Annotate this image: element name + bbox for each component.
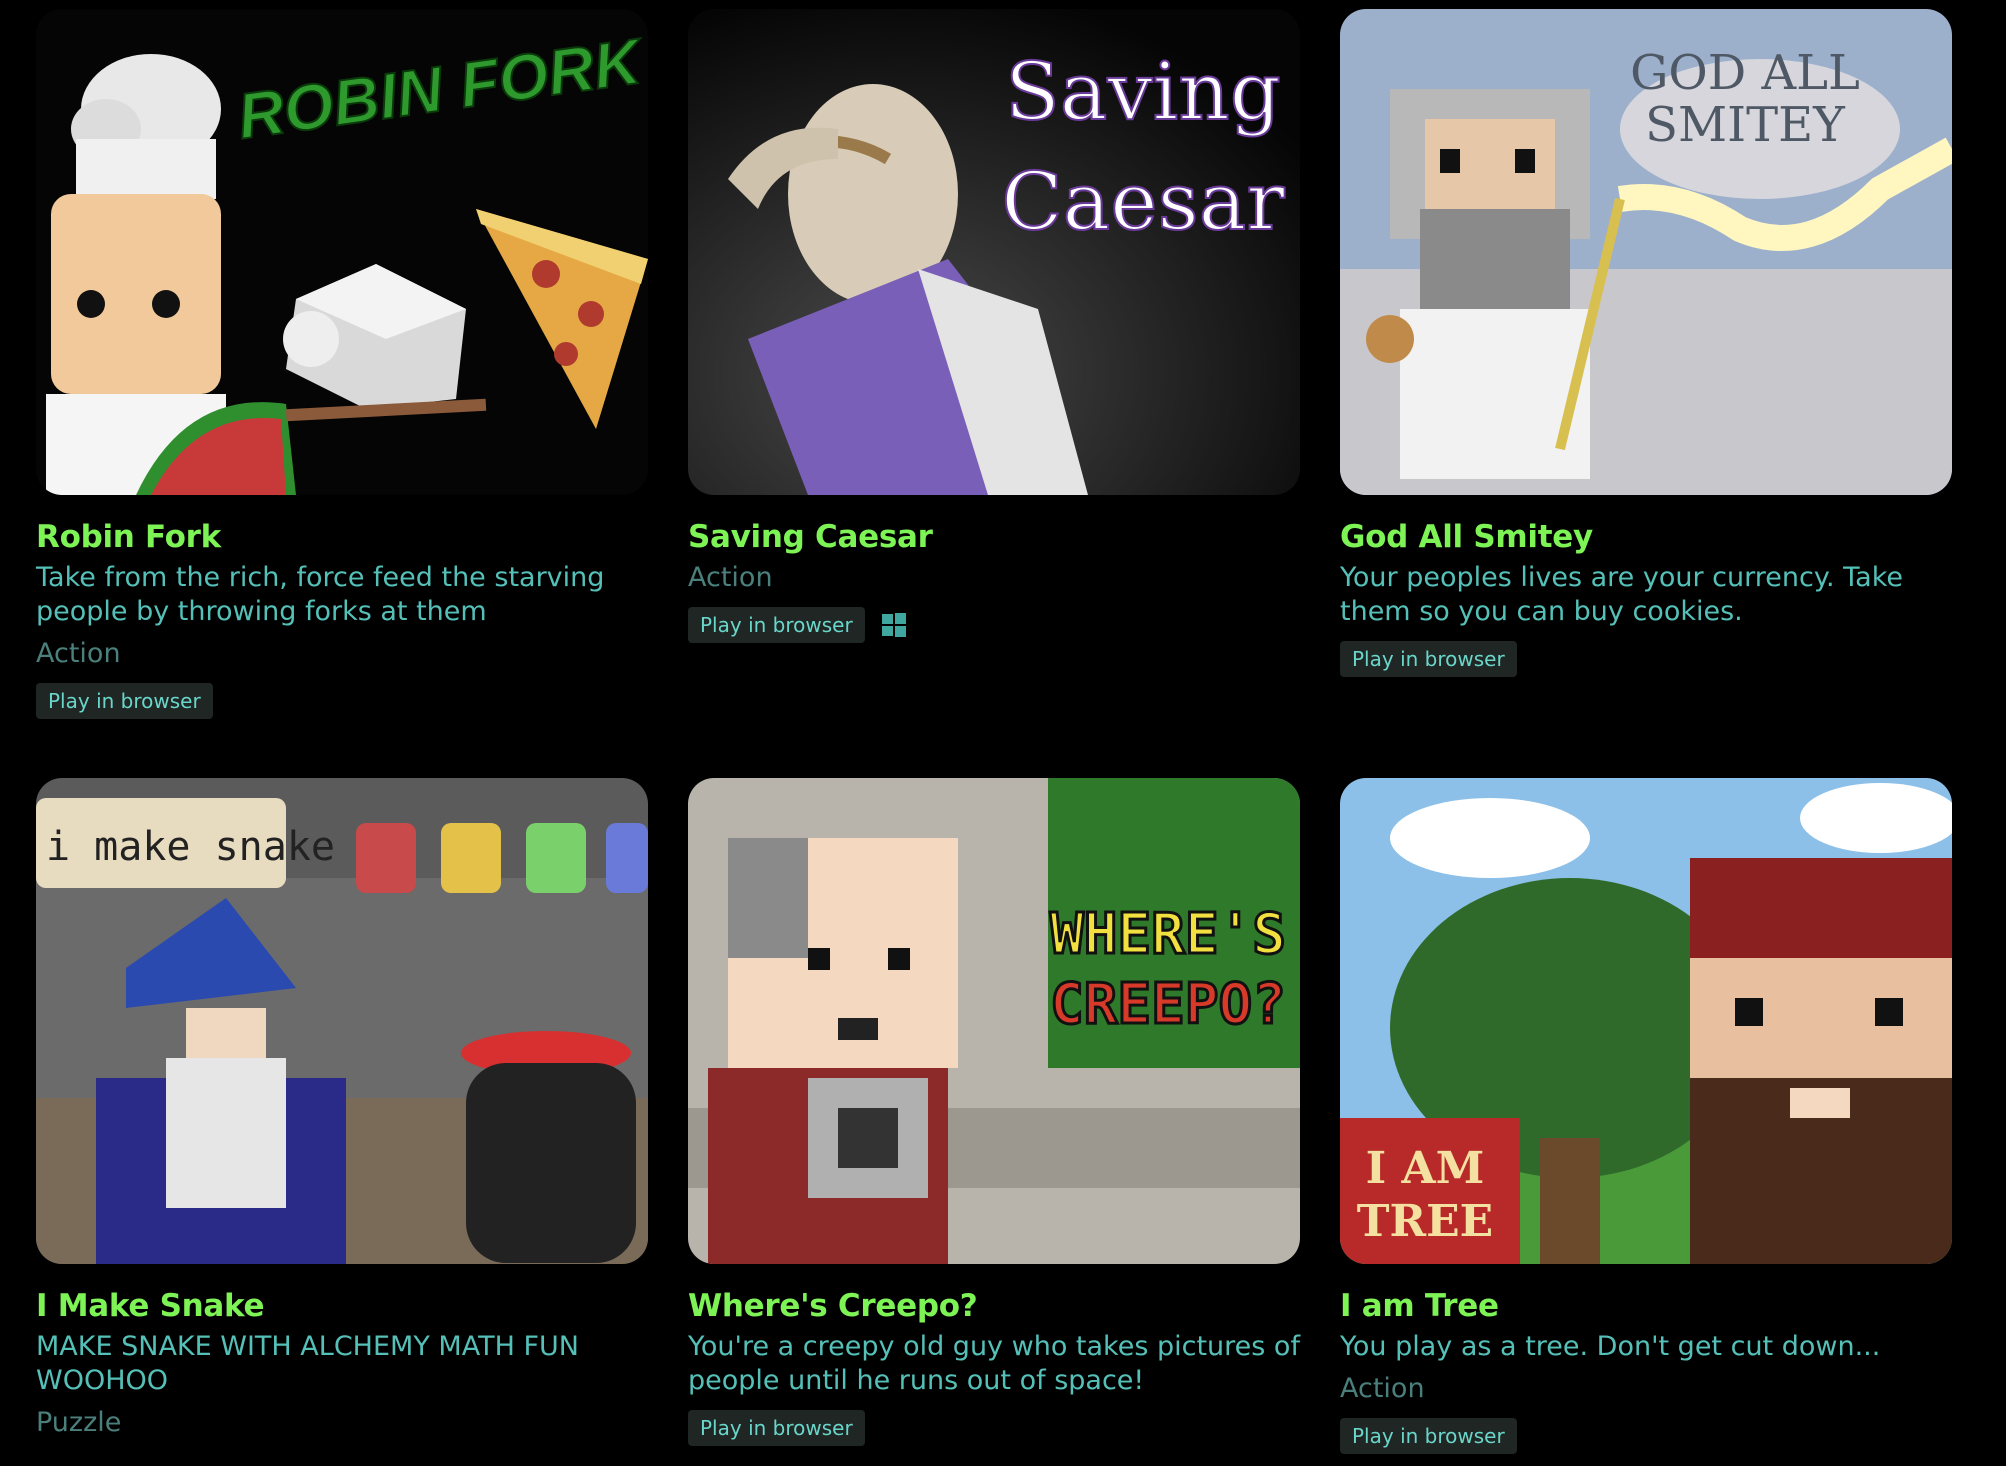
game-title[interactable]: Where's Creepo? bbox=[688, 1286, 1300, 1326]
cover-title-text-line1: Saving bbox=[1005, 45, 1281, 138]
play-in-browser-tag[interactable]: Play in browser bbox=[36, 683, 213, 719]
platform-tags: Play in browser bbox=[1340, 641, 1952, 677]
play-in-browser-tag[interactable]: Play in browser bbox=[688, 1410, 865, 1446]
game-genre: Action bbox=[688, 562, 773, 593]
game-genre: Puzzle bbox=[36, 1407, 122, 1438]
game-genre: Action bbox=[36, 638, 121, 669]
platform-tags: Play in browser bbox=[36, 683, 648, 719]
game-thumbnail[interactable]: i make snake bbox=[36, 778, 648, 1264]
game-thumbnail[interactable]: ROBIN FORK bbox=[36, 9, 648, 495]
cover-title-text-line2: TREE bbox=[1357, 1196, 1493, 1247]
game-card-wheres-creepo: WHERE'S CREEPO? Where's Creepo? You're a… bbox=[688, 778, 1300, 1446]
play-in-browser-tag[interactable]: Play in browser bbox=[688, 607, 865, 643]
platform-tags: Play in browser bbox=[1340, 1418, 1952, 1454]
platform-tags: Play in browser bbox=[688, 607, 1300, 643]
game-genre: Action bbox=[1340, 1373, 1425, 1404]
game-title[interactable]: I Make Snake bbox=[36, 1286, 648, 1326]
game-title[interactable]: Saving Caesar bbox=[688, 517, 1300, 557]
cover-title-text-line1: I AM bbox=[1366, 1143, 1485, 1194]
cover-title-text: i make snake bbox=[46, 824, 335, 870]
game-description: You're a creepy old guy who takes pictur… bbox=[688, 1331, 1300, 1396]
game-description: You play as a tree. Don't get cut down..… bbox=[1340, 1331, 1881, 1362]
game-card-saving-caesar: Saving Caesar Saving Caesar Action Play … bbox=[688, 9, 1300, 643]
cover-title-text-line2: Caesar bbox=[1001, 155, 1285, 248]
game-thumbnail[interactable]: GOD ALL SMITEY bbox=[1340, 9, 1952, 495]
game-thumbnail[interactable]: WHERE'S CREEPO? bbox=[688, 778, 1300, 1264]
cover-title-text-line1: GOD ALL bbox=[1630, 45, 1860, 101]
game-card-god-all-smitey: GOD ALL SMITEY God All Smitey Your peopl… bbox=[1340, 9, 1952, 677]
game-thumbnail[interactable]: I AM TREE bbox=[1340, 778, 1952, 1264]
platform-tags: Play in browser bbox=[688, 1410, 1300, 1446]
game-description: Take from the rich, force feed the starv… bbox=[36, 562, 605, 627]
cover-title-text-line2: SMITEY bbox=[1645, 97, 1846, 153]
cover-title-text-line2: CREEPO? bbox=[1050, 972, 1286, 1037]
game-title[interactable]: Robin Fork bbox=[36, 517, 648, 557]
game-thumbnail[interactable]: Saving Caesar bbox=[688, 9, 1300, 495]
play-in-browser-tag[interactable]: Play in browser bbox=[1340, 1418, 1517, 1454]
game-grid: ROBIN FORK Robin Fork Take from the rich… bbox=[0, 0, 2006, 1466]
game-description: Your peoples lives are your currency. Ta… bbox=[1340, 562, 1903, 627]
cover-title-text-line1: WHERE'S bbox=[1050, 902, 1286, 967]
play-in-browser-tag[interactable]: Play in browser bbox=[1340, 641, 1517, 677]
windows-icon bbox=[881, 612, 907, 638]
game-card-robin-fork: ROBIN FORK Robin Fork Take from the rich… bbox=[36, 9, 648, 719]
game-title[interactable]: I am Tree bbox=[1340, 1286, 1952, 1326]
game-description: MAKE SNAKE WITH ALCHEMY MATH FUN WOOHOO bbox=[36, 1331, 579, 1396]
game-card-i-make-snake: i make snake I Make Snake MAKE SNAKE WIT… bbox=[36, 778, 648, 1440]
game-title[interactable]: God All Smitey bbox=[1340, 517, 1952, 557]
game-card-i-am-tree: I AM TREE I am Tree You play as a tree. … bbox=[1340, 778, 1952, 1454]
